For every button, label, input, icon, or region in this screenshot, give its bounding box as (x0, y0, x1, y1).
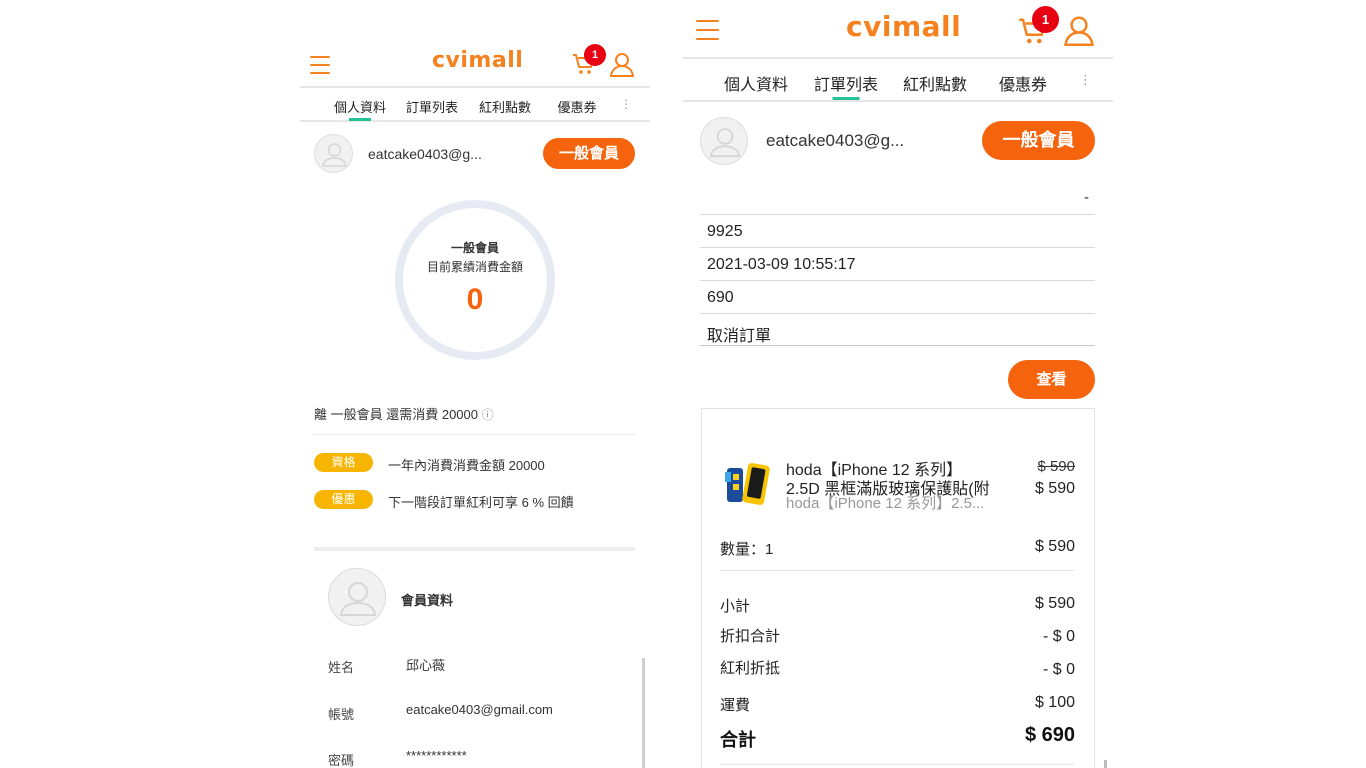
tab-bonus[interactable]: 紅利點數 (473, 97, 537, 116)
tab-coupons[interactable]: 優惠券 (983, 71, 1063, 95)
summary-label-shipping: 運費 (720, 697, 751, 714)
left-panel: cvimall 1 個人資料 訂單列表 紅利點數 優惠券 ⋮ eatcake04… (300, 0, 650, 768)
tab-bar: 個人資料 訂單列表 紅利點數 優惠券 ⋮ (300, 86, 650, 122)
tab-orders[interactable]: 訂單列表 (806, 71, 886, 100)
summary-value-bonus: - $ 0 (1042, 661, 1075, 678)
card-divider (720, 570, 1075, 571)
total-label: 合計 (720, 730, 756, 750)
menu-icon[interactable] (310, 56, 330, 74)
cart-badge: 1 (584, 44, 606, 66)
remaining-text: 離 一般會員 還需消費 20000 ⓘ (314, 407, 494, 422)
section-separator (314, 547, 635, 551)
perk-text-qualification: 一年內消費消費金額 20000 (388, 458, 545, 473)
field-label-account: 帳號 (328, 707, 355, 722)
member-level-button[interactable]: 一般會員 (543, 138, 635, 169)
order-row-amount: 690 (707, 289, 734, 306)
view-order-button[interactable]: 查看 (1008, 360, 1095, 399)
user-icon[interactable] (1063, 14, 1095, 46)
field-value-password: ************ (406, 748, 467, 763)
brand-logo[interactable]: cvimall (432, 48, 523, 73)
field-label-password: 密碼 (328, 753, 355, 768)
product-price-now: $ 590 (1034, 480, 1075, 497)
order-row-divider (700, 313, 1095, 314)
profile-title: 會員資料 (401, 593, 454, 608)
divider (314, 434, 635, 435)
product-image[interactable] (723, 458, 775, 510)
tabs-more-icon[interactable]: ⋮ (620, 97, 632, 111)
field-label-name: 姓名 (328, 660, 355, 675)
quantity-label: 數量：1 (720, 541, 774, 558)
field-value-name: 邱心薇 (406, 658, 446, 673)
tab-coupons[interactable]: 優惠券 (545, 97, 609, 116)
tabs-more-icon[interactable]: ⋮ (1079, 72, 1092, 88)
tab-profile[interactable]: 個人資料 (328, 97, 392, 121)
perk-tag-qualification: 資格 (314, 453, 373, 472)
user-icon[interactable] (609, 51, 635, 77)
perk-text-benefit: 下一階段訂單紅利可享 6 % 回饋 (388, 495, 574, 510)
spending-ring (395, 200, 555, 360)
order-row-status: 取消訂單 (707, 328, 772, 345)
right-panel: cvimall 1 個人資料 訂單列表 紅利點數 優惠券 ⋮ eatcake04… (683, 0, 1113, 768)
product-name-sub: hoda【iPhone 12 系列】2.5... (786, 495, 985, 512)
ring-caption: 目前累績消費金額 (426, 260, 523, 274)
tab-orders[interactable]: 訂單列表 (400, 97, 464, 116)
member-level-button[interactable]: 一般會員 (982, 121, 1095, 160)
profile-avatar (328, 568, 386, 626)
quantity-total: $ 590 (1034, 538, 1075, 555)
info-icon[interactable]: ⓘ (482, 408, 494, 422)
tab-profile[interactable]: 個人資料 (716, 71, 796, 95)
cart-badge: 1 (1032, 6, 1059, 33)
order-row-date: 2021-03-09 10:55:17 (707, 256, 856, 273)
ring-level: 一般會員 (450, 241, 499, 255)
order-row-number: 9925 (707, 223, 743, 240)
profile-scrollbar[interactable] (642, 658, 645, 768)
order-row-0: - (1084, 189, 1089, 206)
summary-label-bonus: 紅利折抵 (720, 660, 781, 677)
order-row-divider (700, 345, 1095, 346)
tab-bar: 個人資料 訂單列表 紅利點數 優惠券 ⋮ (683, 57, 1113, 102)
avatar (314, 134, 353, 173)
perk-tag-benefit: 優惠 (314, 490, 373, 509)
summary-value-subtotal: $ 590 (1034, 595, 1075, 612)
card-divider (720, 764, 1075, 765)
summary-label-subtotal: 小計 (720, 598, 751, 615)
ring-amount: 0 (466, 283, 484, 316)
order-row-divider (700, 247, 1095, 248)
menu-icon[interactable] (696, 20, 719, 40)
product-price-original: $ 590 (1037, 458, 1075, 475)
brand-logo[interactable]: cvimall (846, 10, 961, 43)
summary-label-discount: 折扣合計 (720, 628, 781, 645)
field-value-account: eatcake0403@gmail.com (406, 702, 553, 717)
total-value: $ 690 (1024, 724, 1075, 746)
page-scrollbar[interactable] (1104, 760, 1107, 768)
order-row-divider (700, 214, 1095, 215)
avatar (700, 117, 748, 165)
tab-bonus[interactable]: 紅利點數 (895, 71, 975, 95)
summary-value-discount: - $ 0 (1042, 628, 1075, 645)
order-row-divider (700, 280, 1095, 281)
member-email: eatcake0403@g... (368, 146, 482, 162)
summary-value-shipping: $ 100 (1034, 694, 1075, 711)
member-email: eatcake0403@g... (766, 131, 905, 150)
